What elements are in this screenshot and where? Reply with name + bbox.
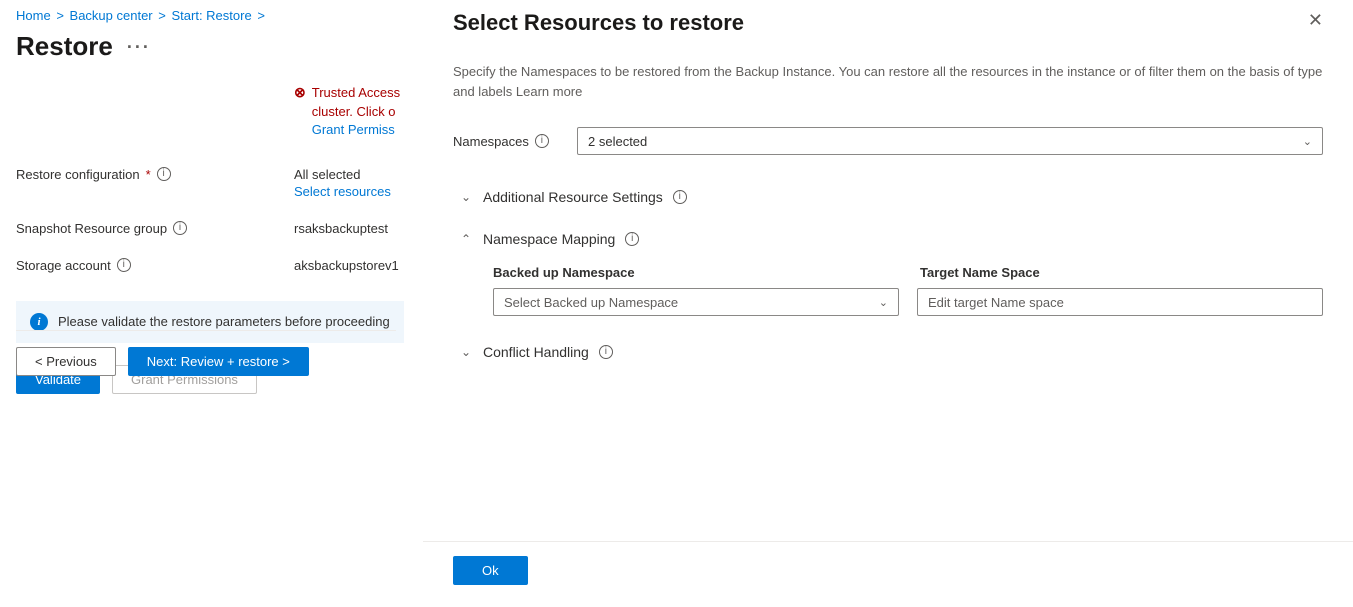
chevron-down-icon: ⌄ (1303, 135, 1312, 148)
grant-permissions-link[interactable]: Grant Permiss (312, 122, 400, 137)
accordion-label: Conflict Handling (483, 344, 589, 360)
backed-up-namespace-dropdown[interactable]: Select Backed up Namespace ⌄ (493, 288, 899, 316)
accordion-namespace-mapping[interactable]: ⌃ Namespace Mapping i (459, 223, 1323, 255)
info-icon[interactable]: i (535, 134, 549, 148)
close-icon[interactable]: ✕ (1308, 10, 1323, 31)
namespaces-value: 2 selected (588, 134, 647, 149)
ok-button[interactable]: Ok (453, 556, 528, 585)
accordion-conflict-handling[interactable]: ⌄ Conflict Handling i (459, 336, 1323, 368)
required-icon: * (146, 167, 151, 182)
crumb-start-restore[interactable]: Start: Restore (171, 8, 251, 23)
trusted-access-warning: ⊗ Trusted Access cluster. Click o Grant … (294, 84, 404, 137)
restore-config-label: Restore configuration (16, 167, 140, 182)
chevron-up-icon: ⌃ (459, 232, 473, 246)
namespaces-label: Namespaces (453, 134, 529, 149)
info-icon[interactable]: i (625, 232, 639, 246)
select-resources-link[interactable]: Select resources (294, 184, 391, 199)
crumb-home[interactable]: Home (16, 8, 51, 23)
target-namespace-input[interactable]: Edit target Name space (917, 288, 1323, 316)
chevron-right-icon: > (158, 8, 166, 23)
panel-title: Select Resources to restore (453, 10, 744, 36)
chevron-down-icon: ⌄ (459, 345, 473, 359)
page-title: Restore (16, 31, 113, 62)
crumb-backup-center[interactable]: Backup center (70, 8, 153, 23)
chevron-right-icon: > (56, 8, 64, 23)
snapshot-rg-value: rsaksbackuptest (294, 221, 388, 236)
more-icon[interactable]: ··· (127, 38, 151, 56)
info-icon[interactable]: i (673, 190, 687, 204)
info-icon[interactable]: i (173, 221, 187, 235)
restore-config-value: All selected (294, 167, 360, 182)
chevron-right-icon: > (257, 8, 265, 23)
select-resources-panel: Select Resources to restore ✕ Specify th… (423, 0, 1353, 607)
accordion-additional-resource-settings[interactable]: ⌄ Additional Resource Settings i (459, 181, 1323, 213)
storage-account-value: aksbackupstorev1 (294, 258, 399, 273)
warning-text-2: cluster. Click o (312, 104, 396, 119)
info-icon[interactable]: i (599, 345, 613, 359)
chevron-down-icon: ⌄ (879, 296, 888, 309)
input-placeholder: Edit target Name space (928, 295, 1064, 310)
accordion-label: Additional Resource Settings (483, 189, 663, 205)
storage-account-label: Storage account (16, 258, 111, 273)
info-icon: i (30, 313, 48, 331)
info-icon[interactable]: i (157, 167, 171, 181)
next-review-restore-button[interactable]: Next: Review + restore > (128, 347, 309, 376)
dropdown-placeholder: Select Backed up Namespace (504, 295, 678, 310)
previous-button[interactable]: < Previous (16, 347, 116, 376)
chevron-down-icon: ⌄ (459, 190, 473, 204)
breadcrumb: Home > Backup center > Start: Restore > (0, 0, 420, 27)
info-icon[interactable]: i (117, 258, 131, 272)
col-target-namespace: Target Name Space (920, 265, 1323, 280)
panel-description: Specify the Namespaces to be restored fr… (453, 62, 1323, 101)
snapshot-rg-label: Snapshot Resource group (16, 221, 167, 236)
col-backed-up-namespace: Backed up Namespace (493, 265, 896, 280)
namespaces-dropdown[interactable]: 2 selected ⌄ (577, 127, 1323, 155)
warning-text-1: Trusted Access (312, 85, 400, 100)
accordion-label: Namespace Mapping (483, 231, 615, 247)
banner-text: Please validate the restore parameters b… (58, 314, 390, 329)
error-icon: ⊗ (294, 84, 306, 101)
